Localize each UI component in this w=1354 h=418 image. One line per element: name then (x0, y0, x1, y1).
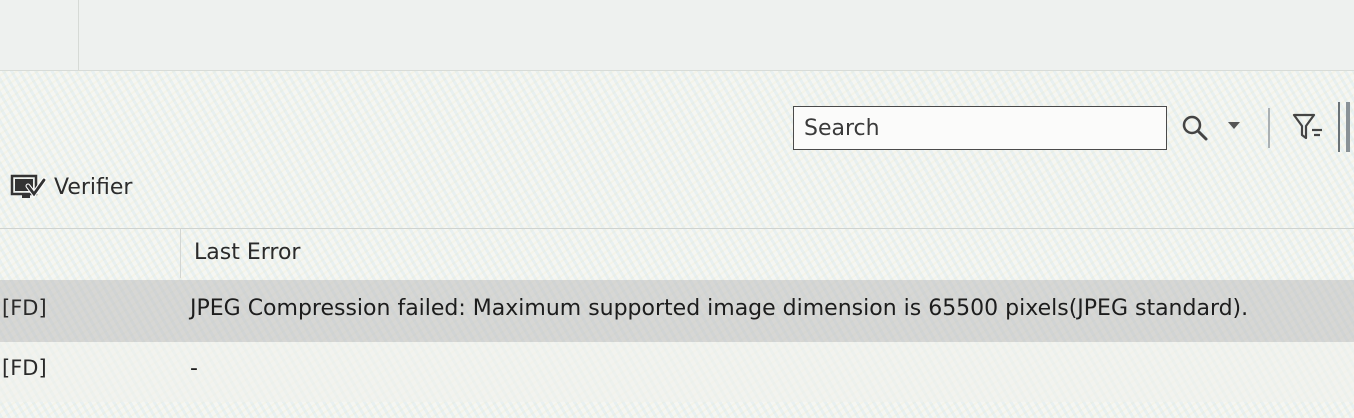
verifier-title: Verifier (54, 174, 133, 200)
verifier-header[interactable]: Verifier (10, 170, 132, 204)
table-row[interactable]: [FD] - (0, 342, 1354, 402)
column-header-last-error[interactable]: Last Error (194, 240, 300, 265)
chevron-down-icon[interactable] (1226, 118, 1242, 132)
row-last-error: JPEG Compression failed: Maximum support… (190, 296, 1249, 321)
row-id: [FD] (2, 296, 47, 320)
search-input[interactable] (794, 107, 1166, 149)
filter-icon[interactable] (1290, 110, 1326, 144)
top-bar (0, 0, 1354, 71)
screen: Verifier Last Error [FD] JPEG Compressio… (0, 0, 1354, 418)
scrollbar-edge[interactable] (1346, 102, 1350, 152)
toolbar-separator (1268, 108, 1270, 148)
table-row[interactable]: [FD] JPEG Compression failed: Maximum su… (0, 280, 1354, 342)
search-icon[interactable] (1180, 113, 1210, 143)
top-bar-divider (78, 0, 79, 70)
row-id: [FD] (2, 356, 47, 380)
search-box[interactable] (793, 106, 1167, 150)
panel-edge (1338, 102, 1340, 152)
column-divider[interactable] (180, 228, 181, 278)
row-last-error: - (190, 356, 198, 381)
verifier-icon (10, 174, 46, 199)
